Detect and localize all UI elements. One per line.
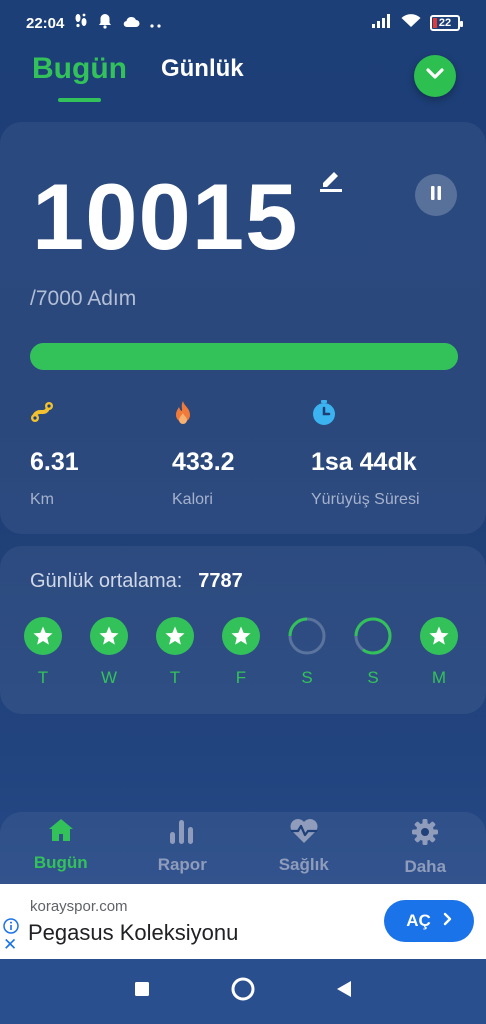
daily-average-label: Günlük ortalama: xyxy=(30,570,183,592)
wifi-icon xyxy=(401,14,421,32)
square-icon xyxy=(134,982,150,1001)
home-button[interactable] xyxy=(230,976,256,1007)
distance-label: Km xyxy=(30,491,54,508)
day-label: F xyxy=(235,668,247,687)
tab-daily[interactable]: Günlük xyxy=(161,55,244,86)
nav-health[interactable]: Sağlık xyxy=(243,812,365,884)
progress-ring-icon xyxy=(354,617,392,655)
nav-report-label: Rapor xyxy=(157,855,207,874)
home-icon xyxy=(48,818,74,847)
tab-today[interactable]: Bugün xyxy=(32,52,127,102)
day-label: T xyxy=(169,668,181,687)
nav-today-label: Bugün xyxy=(33,853,88,872)
distance-icon xyxy=(30,400,79,434)
day-label: T xyxy=(37,668,49,687)
day-indicator[interactable]: S xyxy=(353,616,393,688)
duration-value: 1sa 44dk xyxy=(311,448,417,476)
day-label: S xyxy=(367,668,379,687)
star-badge-icon xyxy=(24,617,62,655)
nav-more-label: Daha xyxy=(404,857,447,876)
ad-title: Pegasus Koleksiyonu xyxy=(28,920,239,945)
back-button[interactable] xyxy=(336,980,352,1003)
battery-icon: 22 xyxy=(430,15,463,31)
gear-icon xyxy=(411,818,439,851)
ad-open-button[interactable]: AÇ xyxy=(384,900,474,942)
stat-distance: 6.31 Km xyxy=(30,400,79,509)
day-label: M xyxy=(431,668,447,687)
daily-average-row: Günlük ortalama: 7787 xyxy=(30,570,243,593)
star-badge-icon xyxy=(420,617,458,655)
duration-label: Yürüyüş Süresi xyxy=(311,491,420,508)
step-progress-bar xyxy=(30,343,458,370)
day-indicator[interactable]: T xyxy=(23,616,63,688)
ad-banner[interactable]: ✕ korayspor.com Pegasus Koleksiyonu AÇ xyxy=(0,884,486,959)
chevron-down-icon xyxy=(425,67,445,86)
signal-icon xyxy=(372,14,392,32)
timer-icon xyxy=(311,400,420,434)
ad-domain: korayspor.com xyxy=(30,898,128,915)
star-badge-icon xyxy=(90,617,128,655)
day-indicator[interactable]: F xyxy=(221,616,261,688)
heart-pulse-icon xyxy=(289,818,319,849)
day-label: S xyxy=(301,668,313,687)
stat-calories: 433.2 Kalori xyxy=(172,400,235,509)
calories-value: 433.2 xyxy=(172,448,235,476)
nav-more[interactable]: Daha xyxy=(365,812,486,884)
week-days: TWTFSSM xyxy=(23,616,459,688)
pencil-icon xyxy=(318,172,344,196)
triangle-back-icon xyxy=(336,981,352,1002)
chevron-right-icon xyxy=(443,911,452,931)
step-count: 10015 xyxy=(32,164,299,269)
top-tabs: Bugün Günlük xyxy=(32,52,244,102)
progress-ring-icon xyxy=(288,617,326,655)
nav-report[interactable]: Rapor xyxy=(122,812,244,884)
day-indicator[interactable]: M xyxy=(419,616,459,688)
circle-icon xyxy=(230,977,256,1006)
nav-health-label: Sağlık xyxy=(278,855,329,874)
status-bar: 22:04 22 xyxy=(0,0,486,46)
bar-chart-icon xyxy=(168,818,196,849)
status-time: 22:04 xyxy=(26,14,65,32)
system-nav-bar xyxy=(0,959,486,1024)
day-indicator[interactable]: S xyxy=(287,616,327,688)
close-icon[interactable]: ✕ xyxy=(3,936,17,953)
more-dots-icon xyxy=(150,15,164,32)
stat-duration: 1sa 44dk Yürüyüş Süresi xyxy=(311,400,420,509)
cloud-icon xyxy=(122,15,140,32)
step-progress-fill xyxy=(30,343,458,370)
steps-icon xyxy=(74,13,88,33)
day-indicator[interactable]: T xyxy=(155,616,195,688)
battery-level: 22 xyxy=(438,17,452,29)
recents-button[interactable] xyxy=(134,981,150,1002)
bell-icon xyxy=(98,13,112,33)
calories-label: Kalori xyxy=(172,491,213,508)
step-goal: /7000 Adım xyxy=(30,287,137,310)
bottom-nav: Bugün Rapor Sağlık Daha xyxy=(0,812,486,884)
distance-value: 6.31 xyxy=(30,448,79,476)
flame-icon xyxy=(172,400,235,434)
star-badge-icon xyxy=(156,617,194,655)
ad-open-label: AÇ xyxy=(406,911,431,930)
day-indicator[interactable]: W xyxy=(89,616,129,688)
pause-icon xyxy=(429,185,443,206)
daily-average-value: 7787 xyxy=(198,570,243,592)
dropdown-button[interactable] xyxy=(414,55,456,97)
pause-button[interactable] xyxy=(415,174,457,216)
nav-today[interactable]: Bugün xyxy=(0,812,122,884)
day-label: W xyxy=(100,668,118,687)
star-badge-icon xyxy=(222,617,260,655)
edit-goal-button[interactable] xyxy=(318,166,344,197)
